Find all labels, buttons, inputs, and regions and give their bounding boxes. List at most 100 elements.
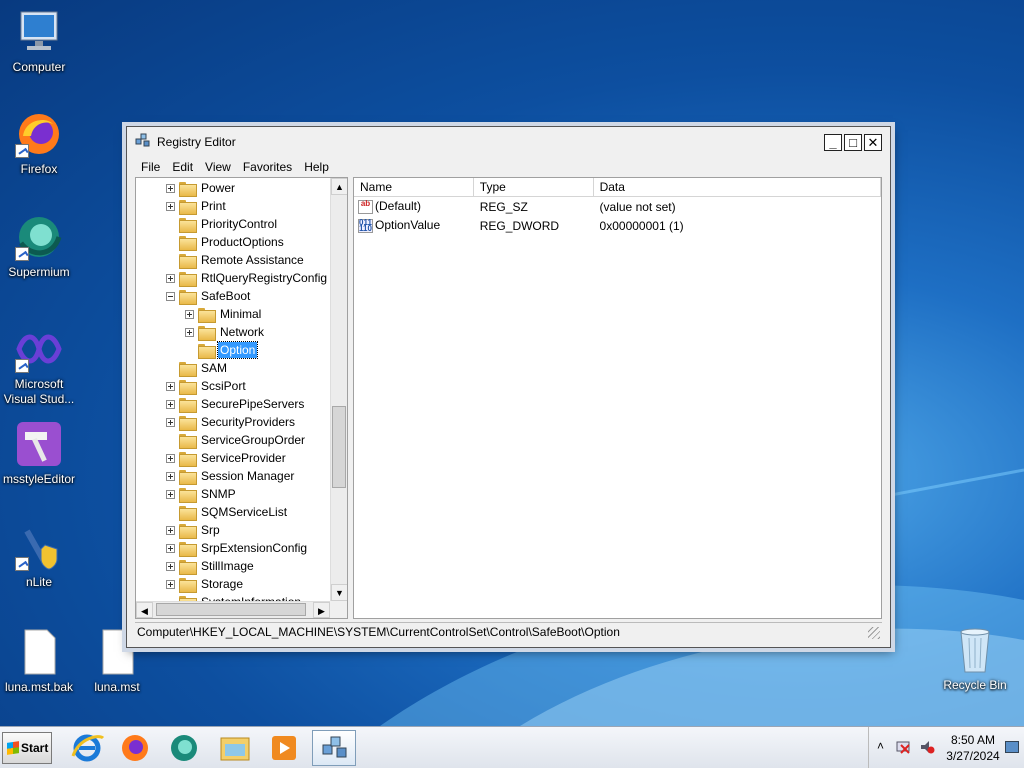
expand-icon[interactable]	[166, 471, 175, 481]
menu-view[interactable]: View	[199, 160, 237, 174]
scroll-left-arrow-icon[interactable]: ◀	[136, 602, 153, 618]
tree-node[interactable]: ServiceProvider	[166, 449, 288, 467]
menu-file[interactable]: File	[135, 160, 166, 174]
binary-value-icon: 011 110	[358, 217, 373, 233]
value-data: (value not set)	[599, 199, 676, 214]
system-clock[interactable]: 8:50 AM 3/27/2024	[941, 732, 1005, 764]
collapse-icon[interactable]	[166, 291, 175, 301]
windows-logo-icon	[7, 741, 19, 755]
start-button[interactable]: Start	[2, 732, 52, 764]
close-button[interactable]: ✕	[864, 133, 882, 151]
tree-node[interactable]: SrpExtensionConfig	[166, 539, 309, 557]
notification-area: ˄ 8:50 AM 3/27/2024	[868, 727, 1024, 768]
folder-icon	[179, 181, 197, 197]
tree-node[interactable]: Storage	[166, 575, 245, 593]
recycle-bin-icon	[951, 626, 999, 674]
taskbar-registry-editor[interactable]	[312, 730, 356, 766]
tree-node[interactable]: SafeBoot	[166, 287, 252, 305]
tree-node-label: RtlQueryRegistryConfig	[201, 271, 328, 285]
tree-node[interactable]: SystemInformation	[166, 593, 303, 601]
scroll-down-arrow-icon[interactable]: ▼	[331, 584, 347, 601]
taskbar-firefox[interactable]	[113, 730, 157, 766]
tree-node-label: Network	[220, 325, 265, 339]
minimize-button[interactable]: _	[824, 133, 842, 151]
tree-node[interactable]: SAM	[166, 359, 229, 377]
registry-tree[interactable]: Power Print PriorityControl ProductOptions R…	[135, 177, 348, 619]
desktop-icon-supermium[interactable]: Supermium	[1, 213, 77, 280]
scroll-right-arrow-icon[interactable]: ▶	[313, 602, 330, 618]
column-header-name[interactable]: Name	[354, 178, 474, 196]
desktop-icon-visual-studio[interactable]: Microsoft Visual Stud...	[1, 325, 77, 407]
desktop-icon-firefox[interactable]: Firefox	[1, 110, 77, 177]
expand-icon[interactable]	[166, 561, 175, 571]
show-hidden-icons-chevron[interactable]: ˄	[877, 739, 884, 753]
expand-icon[interactable]	[166, 381, 175, 391]
tree-node-label: Storage	[201, 577, 244, 591]
tree-node[interactable]: Srp	[166, 521, 222, 539]
menu-help[interactable]: Help	[298, 160, 335, 174]
tree-node[interactable]: SQMServiceList	[166, 503, 289, 521]
tree-node[interactable]: StillImage	[166, 557, 256, 575]
list-row[interactable]: ab (Default) REG_SZ (value not set)	[354, 197, 881, 216]
expand-icon[interactable]	[166, 417, 175, 427]
scroll-up-arrow-icon[interactable]: ▲	[331, 178, 347, 195]
volume-muted-icon[interactable]	[919, 739, 935, 755]
tree-node[interactable]: SecurePipeServers	[166, 395, 306, 413]
desktop-icon-msstyleeditor[interactable]: msstyleEditor	[1, 420, 77, 487]
menu-edit[interactable]: Edit	[166, 160, 199, 174]
desktop-icon-computer[interactable]: Computer	[1, 8, 77, 75]
scroll-thumb[interactable]	[332, 406, 346, 488]
expand-icon[interactable]	[166, 453, 175, 463]
taskbar-internet-explorer[interactable]	[65, 730, 109, 766]
tree-node[interactable]: Network	[185, 323, 266, 341]
menu-favorites[interactable]: Favorites	[237, 160, 298, 174]
tree-node[interactable]: Print	[166, 197, 228, 215]
column-header-data[interactable]: Data	[594, 178, 882, 196]
expand-icon[interactable]	[166, 543, 175, 553]
tree-node-label: SystemInformation	[199, 594, 303, 601]
expand-icon[interactable]	[166, 525, 175, 535]
expand-icon[interactable]	[166, 201, 175, 211]
tree-node[interactable]: Power	[166, 179, 237, 197]
tree-node[interactable]: ProductOptions	[166, 233, 286, 251]
tree-node-label: SNMP	[201, 487, 236, 501]
show-desktop-button[interactable]	[1005, 741, 1019, 753]
taskbar-media-player[interactable]	[262, 730, 306, 766]
expand-icon[interactable]	[185, 327, 194, 337]
file-icon	[15, 628, 63, 676]
scroll-thumb[interactable]	[156, 603, 306, 616]
tree-node[interactable]: Minimal	[185, 305, 263, 323]
folder-icon	[179, 469, 197, 485]
maximize-button[interactable]: □	[844, 133, 862, 151]
list-row[interactable]: 011 110 OptionValue REG_DWORD 0x00000001 (…	[354, 216, 881, 235]
title-bar[interactable]: Registry Editor _ □ ✕	[127, 127, 890, 157]
taskbar-supermium[interactable]	[162, 730, 206, 766]
tree-node[interactable]: ScsiPort	[166, 377, 248, 395]
tree-node[interactable]: PriorityControl	[166, 215, 279, 233]
expand-icon[interactable]	[166, 489, 175, 499]
tree-node[interactable]: SecurityProviders	[166, 413, 297, 431]
network-disconnected-icon[interactable]	[895, 739, 911, 755]
expand-icon[interactable]	[166, 273, 175, 283]
tree-node[interactable]: Session Manager	[166, 467, 296, 485]
desktop-icon-recycle-bin[interactable]: Recycle Bin	[937, 626, 1013, 693]
desktop-icon-nlite[interactable]: nLite	[1, 523, 77, 590]
tree-node[interactable]: Option	[185, 341, 259, 359]
tree-vertical-scrollbar[interactable]: ▲ ▼	[330, 178, 347, 601]
tree-node[interactable]: SNMP	[166, 485, 238, 503]
resize-grip-icon[interactable]	[868, 627, 880, 639]
expand-icon[interactable]	[166, 399, 175, 409]
column-header-type[interactable]: Type	[474, 178, 594, 196]
tree-node[interactable]: RtlQueryRegistryConfig	[166, 269, 329, 287]
values-list[interactable]: Name Type Data ab (Default) REG_SZ (value…	[353, 177, 882, 619]
expand-icon[interactable]	[166, 183, 175, 193]
tree-horizontal-scrollbar[interactable]: ◀ ▶	[136, 601, 330, 618]
taskbar-file-explorer[interactable]	[213, 730, 257, 766]
desktop-icon-luna-mst-bak[interactable]: luna.mst.bak	[1, 628, 77, 695]
tree-node[interactable]: Remote Assistance	[166, 251, 306, 269]
expand-icon[interactable]	[166, 579, 175, 589]
tree-node[interactable]: ServiceGroupOrder	[166, 431, 307, 449]
panes: Power Print PriorityControl ProductOptions R…	[135, 177, 882, 619]
tree-node-label: ScsiPort	[201, 379, 246, 393]
expand-icon[interactable]	[185, 309, 194, 319]
